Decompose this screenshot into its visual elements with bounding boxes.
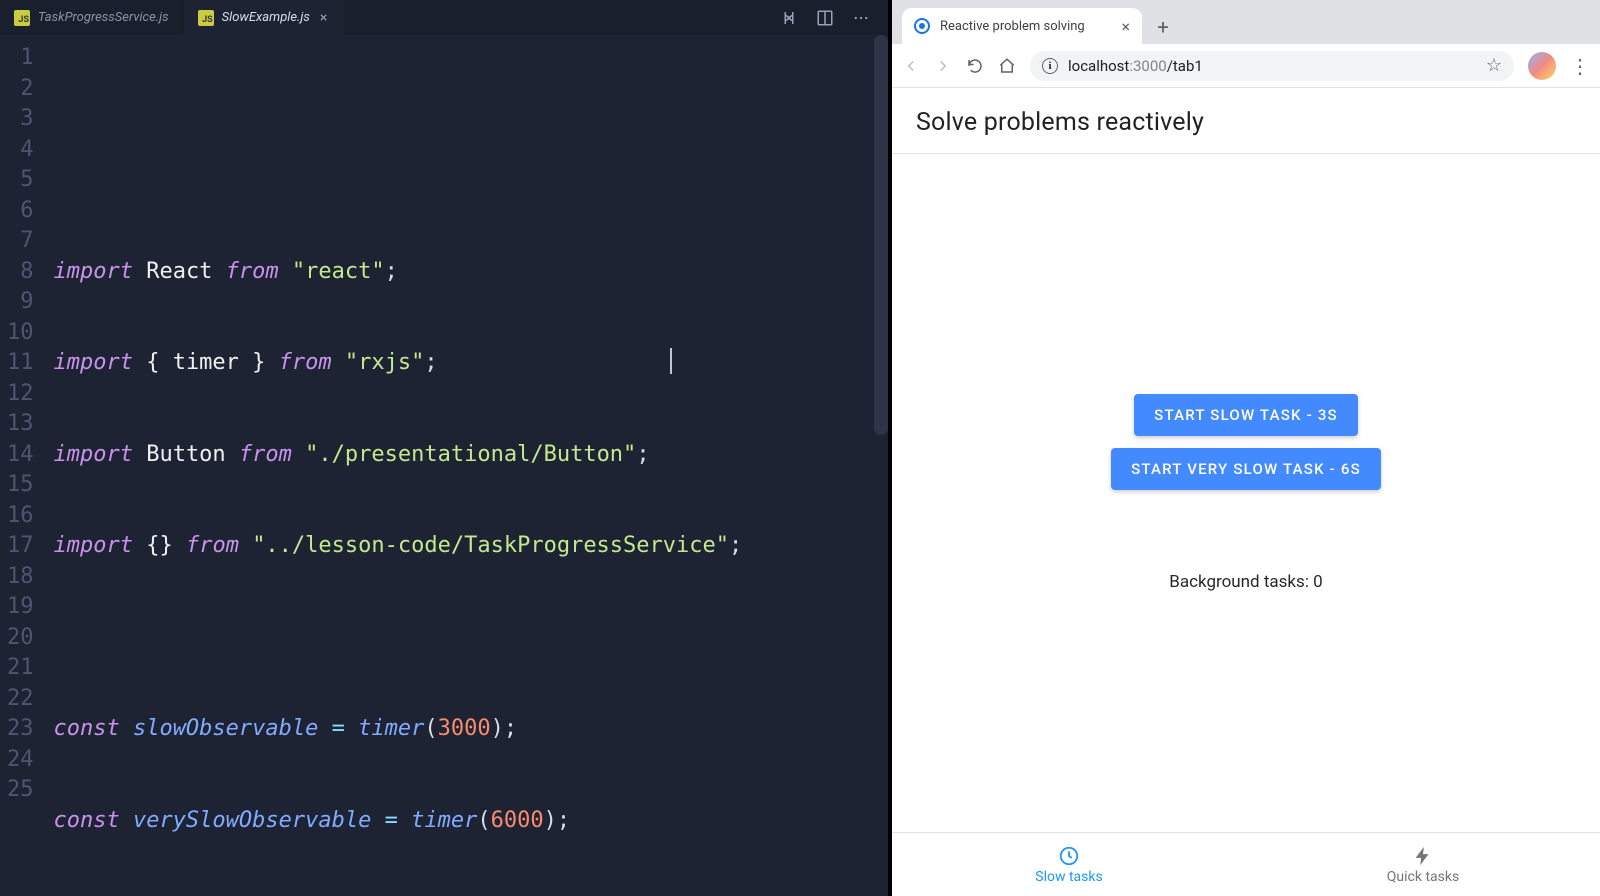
browser-toolbar: i localhost:3000/tab1 ☆ ⋮	[892, 44, 1600, 88]
back-icon[interactable]	[902, 57, 920, 75]
page-header: Solve problems reactively	[892, 88, 1600, 154]
compare-icon[interactable]	[780, 9, 798, 27]
js-file-icon: JS	[198, 10, 214, 26]
editor-scrollbar[interactable]	[874, 35, 888, 435]
nav-slow-tasks[interactable]: Slow tasks	[892, 833, 1246, 896]
split-editor-icon[interactable]	[816, 9, 834, 27]
new-tab-button[interactable]: +	[1148, 12, 1178, 42]
nav-label: Quick tasks	[1387, 869, 1459, 885]
address-bar[interactable]: i localhost:3000/tab1 ☆	[1030, 51, 1514, 81]
tab-label: SlowExample.js	[222, 10, 310, 25]
reload-icon[interactable]	[966, 57, 984, 75]
nav-label: Slow tasks	[1035, 869, 1102, 885]
more-icon[interactable]	[852, 9, 870, 27]
bottom-navigation: Slow tasks Quick tasks	[892, 832, 1600, 896]
bookmark-icon[interactable]: ☆	[1486, 55, 1502, 76]
page-content: Solve problems reactively START SLOW TAS…	[892, 88, 1600, 896]
selection-highlight	[386, 226, 536, 254]
editor-tab-active[interactable]: JS SlowExample.js ×	[184, 0, 345, 35]
forward-icon[interactable]	[934, 57, 952, 75]
editor-tab-strip: JS TaskProgressService.js JS SlowExample…	[0, 0, 888, 35]
code-editor-pane: JS TaskProgressService.js JS SlowExample…	[0, 0, 888, 896]
code-area[interactable]: 1234567891011121314151617181920212223242…	[0, 35, 888, 896]
nav-quick-tasks[interactable]: Quick tasks	[1246, 833, 1600, 896]
editor-actions	[780, 9, 888, 27]
line-number-gutter: 1234567891011121314151617181920212223242…	[0, 35, 53, 896]
tab-title: Reactive problem solving	[940, 19, 1111, 34]
tab-label: TaskProgressService.js	[38, 10, 169, 25]
clock-icon	[1058, 845, 1080, 867]
browser-pane: Reactive problem solving × + i localhost…	[892, 0, 1600, 896]
close-icon[interactable]: ×	[1121, 17, 1130, 36]
browser-tab[interactable]: Reactive problem solving ×	[902, 8, 1142, 44]
bolt-icon	[1412, 845, 1434, 867]
code-content[interactable]: import React from "react"; import { time…	[53, 35, 888, 896]
start-very-slow-task-button[interactable]: START VERY SLOW TASK - 6S	[1111, 448, 1381, 490]
background-tasks-label: Background tasks: 0	[1169, 572, 1322, 592]
editor-tab-inactive[interactable]: JS TaskProgressService.js	[0, 0, 184, 35]
site-info-icon[interactable]: i	[1042, 58, 1058, 74]
browser-tab-strip: Reactive problem solving × +	[892, 0, 1600, 44]
url-text: localhost:3000/tab1	[1068, 57, 1203, 75]
js-file-icon: JS	[14, 10, 30, 26]
favicon-icon	[914, 18, 930, 34]
page-title: Solve problems reactively	[916, 108, 1576, 137]
profile-avatar[interactable]	[1528, 52, 1556, 80]
home-icon[interactable]	[998, 57, 1016, 75]
start-slow-task-button[interactable]: START SLOW TASK - 3S	[1134, 394, 1358, 436]
text-cursor	[670, 348, 672, 374]
menu-icon[interactable]: ⋮	[1570, 54, 1590, 78]
page-body: START SLOW TASK - 3S START VERY SLOW TAS…	[892, 154, 1600, 832]
close-icon[interactable]: ×	[318, 10, 329, 26]
